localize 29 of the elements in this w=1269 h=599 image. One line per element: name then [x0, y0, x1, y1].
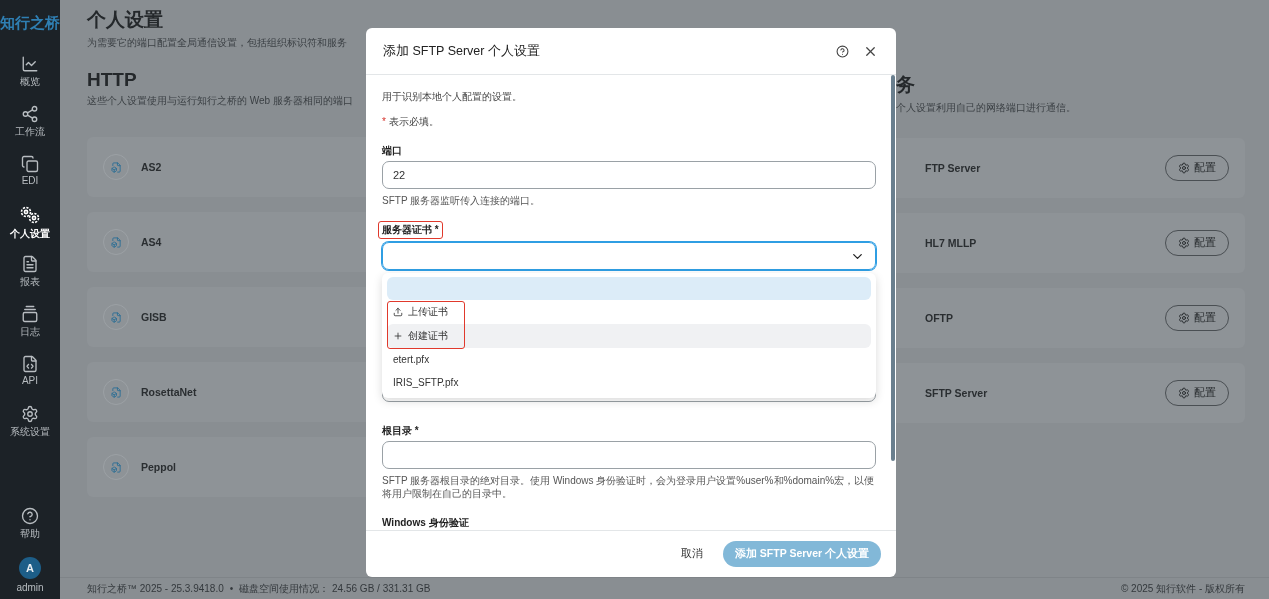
intro-text: 用于识别本地个人配置的设置。 [382, 90, 523, 104]
page-title: 个人设置 [87, 8, 164, 32]
card-title: AS4 [141, 236, 162, 248]
section-subtitle: 这些个人设置使用与运行知行之桥的 Web 服务器相同的端口 [87, 94, 354, 107]
card-title: Peppol [141, 461, 176, 473]
card-title: HL7 MLLP [924, 237, 977, 249]
field-hint: SFTP 服务器根目录的绝对目录。使用 Windows 身份验证时，会为登录用户设置%user%和%domain%宏，以便将用户限制在自己的目录中。 [382, 474, 876, 500]
field-label: 服务器证书 * [378, 221, 443, 239]
separator-dot: • [229, 583, 234, 594]
card-title: FTP Server [924, 162, 981, 174]
dialog-title: 添加 SFTP Server 个人设置 [383, 42, 541, 60]
field-label: 端口 [382, 144, 402, 158]
disk-usage-text: 磁盘空间使用情况： 24.56 GB / 331.31 GB [239, 581, 431, 596]
section-label: Windows 身份验证 [382, 516, 469, 530]
card-title: AS2 [141, 161, 162, 173]
card-title: GISB [141, 311, 167, 323]
version-text: 知行之桥™ 2025 - 25.3.9418.0 [87, 581, 224, 596]
field-hint: SFTP 服务器监听传入连接的端口。 [382, 194, 542, 207]
user-name: admin [16, 582, 44, 593]
section-title: HTTP [87, 69, 138, 91]
card-title: RosettaNet [141, 386, 197, 398]
section-title: 务 [896, 73, 916, 97]
card-title: OFTP [924, 312, 953, 324]
section-subtitle: 个人设置利用自己的网络端口进行通信。 [896, 101, 1077, 114]
card-title: SFTP Server [924, 387, 988, 399]
field-label: 根目录 * [382, 424, 419, 438]
required-note: * 表示必填。 [382, 115, 440, 129]
copyright-text: © 2025 知行软件 - 版权所有 [1120, 581, 1245, 596]
page-subtitle: 为需要它的端口配置全局通信设置，包括组织标识符和服务 [87, 36, 348, 49]
